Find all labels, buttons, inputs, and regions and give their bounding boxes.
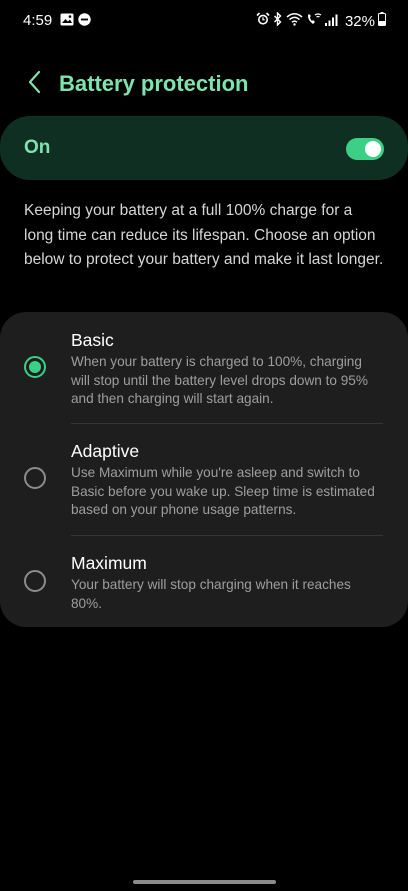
master-toggle[interactable] [346,138,384,160]
option-description: Use Maximum while you're asleep and swit… [71,465,375,517]
option-description: When your battery is charged to 100%, ch… [71,354,368,406]
page-title: Battery protection [59,71,249,96]
status-left-icons [60,13,91,31]
description-text: Keeping your battery at a full 100% char… [24,202,384,268]
bluetooth-icon [273,11,283,31]
gesture-nav-handle[interactable] [133,880,276,884]
wifi-calling-icon [306,12,322,31]
chevron-left-icon [27,70,41,99]
alarm-icon [256,12,270,31]
back-button[interactable] [20,70,48,98]
option-title: Maximum [71,553,147,573]
radio-maximum[interactable] [24,570,46,592]
do-not-disturb-icon [78,13,91,31]
radio-selected-dot [29,361,41,373]
battery-percent: 32% [344,13,375,30]
option-maximum[interactable]: Maximum Your battery will stop charging … [0,535,408,627]
wifi-icon [286,12,303,31]
battery-icon [378,12,386,31]
status-time: 4:59 [23,12,53,29]
master-switch-label: On [24,137,51,158]
gallery-icon [60,13,74,31]
radio-basic[interactable] [24,356,46,378]
signal-icon [324,13,338,31]
option-title: Basic [71,330,114,350]
option-description: Your battery will stop charging when it … [71,577,351,611]
options-card: Basic When your battery is charged to 10… [0,312,408,627]
status-right-icons: 32% [256,11,386,31]
option-title: Adaptive [71,441,140,461]
master-switch-row[interactable]: On [0,116,408,180]
option-basic[interactable]: Basic When your battery is charged to 10… [0,312,408,423]
status-bar: 4:59 32% [0,0,408,42]
option-adaptive[interactable]: Adaptive Use Maximum while you're asleep… [0,423,408,535]
app-bar: Battery protection [0,62,408,106]
radio-adaptive[interactable] [24,467,46,489]
toggle-knob [365,141,381,157]
